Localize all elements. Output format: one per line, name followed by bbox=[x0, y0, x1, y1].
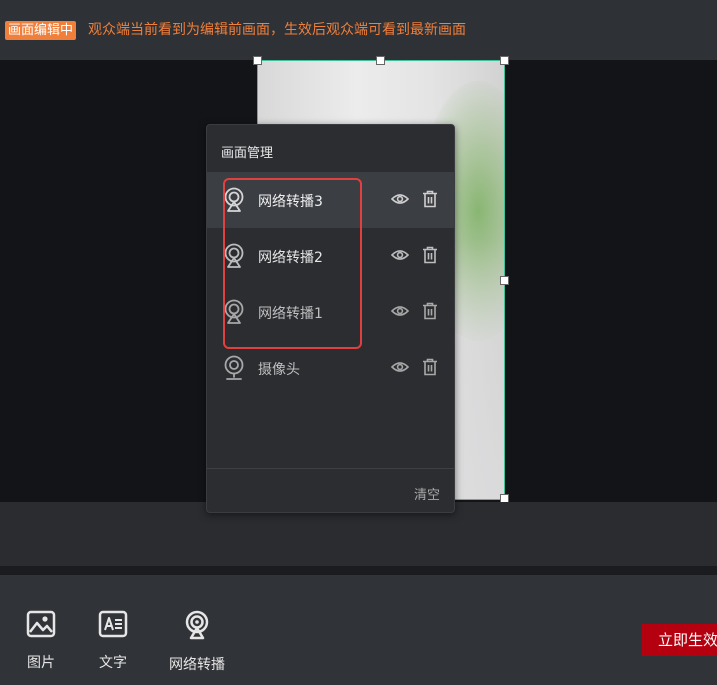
layer-name: 摄像头 bbox=[258, 362, 300, 378]
image-icon bbox=[26, 610, 56, 638]
panel-title: 画面管理 bbox=[221, 146, 274, 161]
layer-management-panel: 画面管理 网络转播3 网络转播2 网络转播1 摄像头 清空 bbox=[206, 124, 455, 513]
trash-icon[interactable] bbox=[422, 190, 438, 208]
resize-handle-top-right[interactable] bbox=[500, 56, 509, 65]
text-icon bbox=[98, 610, 128, 638]
edit-status-bar: 画面编辑中 观众端当前看到为编辑前画面，生效后观众端可看到最新画面 bbox=[0, 0, 717, 60]
apply-now-button[interactable]: 立即生效 bbox=[642, 624, 717, 656]
editing-badge: 画面编辑中 bbox=[5, 21, 77, 40]
eye-icon[interactable] bbox=[391, 304, 409, 318]
layer-item-network-relay-3[interactable]: 网络转播3 bbox=[207, 172, 454, 228]
network-relay-icon bbox=[224, 299, 244, 324]
network-relay-icon bbox=[224, 187, 244, 212]
camera-icon bbox=[224, 355, 244, 380]
resize-handle-top-left[interactable] bbox=[253, 56, 262, 65]
edit-notice-text: 观众端当前看到为编辑前画面，生效后观众端可看到最新画面 bbox=[88, 22, 466, 38]
clear-all-button[interactable]: 清空 bbox=[414, 484, 440, 503]
add-text-button[interactable]: 文字 bbox=[98, 610, 128, 672]
eye-icon[interactable] bbox=[391, 248, 409, 262]
layer-item-network-relay-1[interactable]: 网络转播1 bbox=[207, 284, 454, 340]
layer-name: 网络转播3 bbox=[258, 194, 323, 210]
network-relay-icon bbox=[185, 610, 209, 640]
add-image-button[interactable]: 图片 bbox=[26, 610, 56, 672]
add-network-relay-label: 网络转播 bbox=[169, 657, 225, 673]
resize-handle-middle-right[interactable] bbox=[500, 276, 509, 285]
layer-name: 网络转播1 bbox=[258, 306, 323, 322]
network-relay-icon bbox=[224, 243, 244, 268]
toolbar-divider bbox=[0, 566, 717, 575]
layer-item-camera[interactable]: 摄像头 bbox=[207, 340, 454, 396]
add-text-label: 文字 bbox=[99, 655, 127, 671]
panel-divider bbox=[207, 468, 454, 469]
resize-handle-top-center[interactable] bbox=[376, 56, 385, 65]
layer-item-network-relay-2[interactable]: 网络转播2 bbox=[207, 228, 454, 284]
trash-icon[interactable] bbox=[422, 302, 438, 320]
layer-name: 网络转播2 bbox=[258, 250, 323, 266]
add-image-label: 图片 bbox=[27, 655, 55, 671]
eye-icon[interactable] bbox=[391, 192, 409, 206]
add-network-relay-button[interactable]: 网络转播 bbox=[169, 610, 225, 674]
trash-icon[interactable] bbox=[422, 246, 438, 264]
trash-icon[interactable] bbox=[422, 358, 438, 376]
eye-icon[interactable] bbox=[391, 360, 409, 374]
